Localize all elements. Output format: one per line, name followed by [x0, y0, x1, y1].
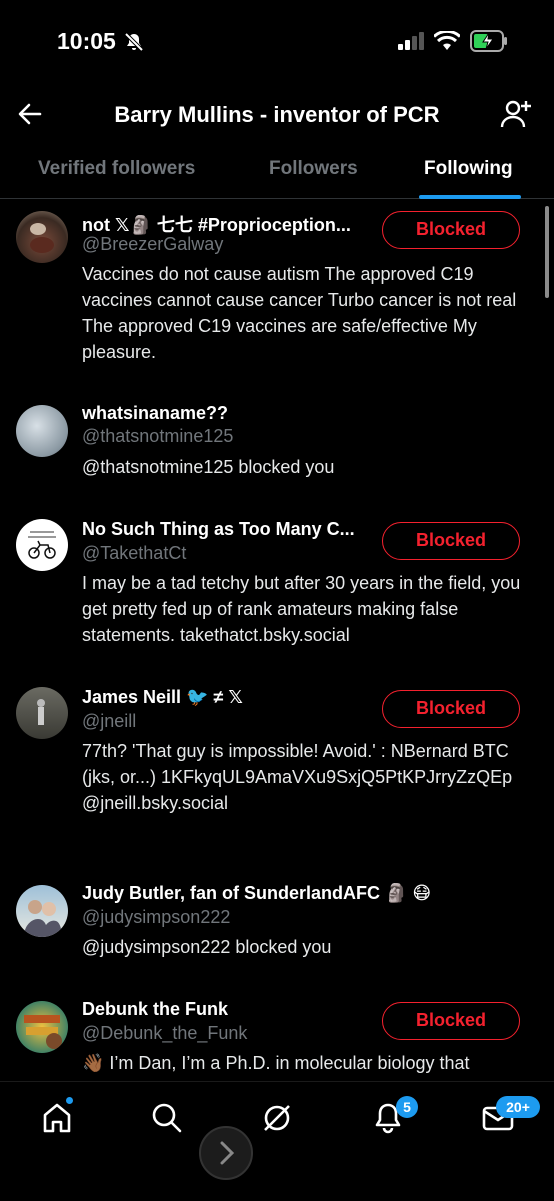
user-display-name: whatsinaname??	[82, 403, 229, 423]
grok-icon[interactable]	[260, 1101, 294, 1140]
avatar[interactable]	[16, 687, 68, 739]
user-handle: @jneill	[82, 711, 137, 731]
avatar[interactable]	[16, 1001, 68, 1053]
avatar[interactable]	[16, 405, 68, 457]
user-handle: @judysimpson222	[82, 907, 231, 927]
user-row[interactable]: Judy Butler, fan of SunderlandAFC 🗿 😷 @j…	[0, 873, 554, 991]
add-person-icon[interactable]	[500, 98, 532, 135]
user-row[interactable]: James Neill 🐦 ≠ 𝕏 @jneill Blocked 77th? …	[0, 677, 554, 873]
search-icon[interactable]	[150, 1101, 184, 1140]
status-bar: 10:05	[0, 0, 554, 86]
scrollbar[interactable]	[545, 206, 549, 298]
user-bio: 👋🏾 I’m Dan, I’m a Ph.D. in molecular bio…	[82, 1053, 470, 1073]
avatar[interactable]	[16, 519, 68, 571]
user-row[interactable]: whatsinaname?? @thatsnotmine125 @thatsno…	[0, 397, 554, 509]
tab-following[interactable]: Following	[424, 158, 513, 180]
blocked-button[interactable]: Blocked	[382, 522, 520, 560]
top-header: Barry Mullins - inventor of PCR	[0, 86, 554, 146]
cellular-signal-icon	[398, 32, 426, 55]
page-title: Barry Mullins - inventor of PCR	[114, 102, 440, 127]
user-handle: @thatsnotmine125	[82, 426, 234, 446]
user-row[interactable]: not 𝕏🗿 七七 #Proprioception... @BreezerGal…	[0, 199, 554, 397]
bell-off-icon	[123, 31, 145, 58]
tab-followers[interactable]: Followers	[269, 158, 358, 180]
user-bio: 77th? 'That guy is impossible! Avoid.' :…	[82, 741, 513, 813]
tab-verified-followers[interactable]: Verified followers	[38, 158, 195, 180]
user-display-name: Judy Butler, fan of SunderlandAFC 🗿 😷	[82, 883, 432, 903]
user-display-name: James Neill 🐦 ≠ 𝕏	[82, 687, 243, 707]
avatar[interactable]	[16, 211, 68, 263]
user-handle: @BreezerGalway	[82, 234, 224, 254]
user-display-name: Debunk the Funk	[82, 999, 229, 1019]
following-list: not 𝕏🗿 七七 #Proprioception... @BreezerGal…	[0, 199, 554, 1081]
notifications-badge: 5	[396, 1096, 418, 1118]
messages-badge: 20+	[496, 1096, 540, 1118]
home-icon[interactable]	[40, 1101, 74, 1140]
user-bio: Vaccines do not cause autism The approve…	[82, 264, 517, 362]
user-handle: @Debunk_the_Funk	[82, 1023, 248, 1043]
followers-tabs: Verified followers Followers Following	[0, 146, 554, 199]
bottom-navigation: 5 20+	[0, 1081, 554, 1201]
user-display-name: No Such Thing as Too Many C...	[82, 519, 355, 539]
avatar[interactable]	[16, 885, 68, 937]
user-handle: @TakethatCt	[82, 543, 187, 563]
blocked-button[interactable]: Blocked	[382, 1002, 520, 1040]
floating-chevron-button[interactable]	[199, 1126, 253, 1180]
battery-charging-icon	[470, 30, 508, 57]
blocked-button[interactable]: Blocked	[382, 211, 520, 249]
user-row[interactable]: No Such Thing as Too Many C... @Takethat…	[0, 509, 554, 677]
status-time: 10:05	[57, 28, 116, 54]
user-bio: I may be a tad tetchy but after 30 years…	[82, 573, 521, 645]
chevron-right-icon	[220, 1141, 235, 1165]
home-unread-dot	[66, 1097, 73, 1104]
user-row[interactable]: Debunk the Funk @Debunk_the_Funk Blocked…	[0, 991, 554, 1081]
user-bio: @thatsnotmine125 blocked you	[82, 457, 335, 477]
user-bio: @judysimpson222 blocked you	[82, 937, 332, 957]
blocked-button[interactable]: Blocked	[382, 690, 520, 728]
wifi-icon	[432, 29, 462, 56]
